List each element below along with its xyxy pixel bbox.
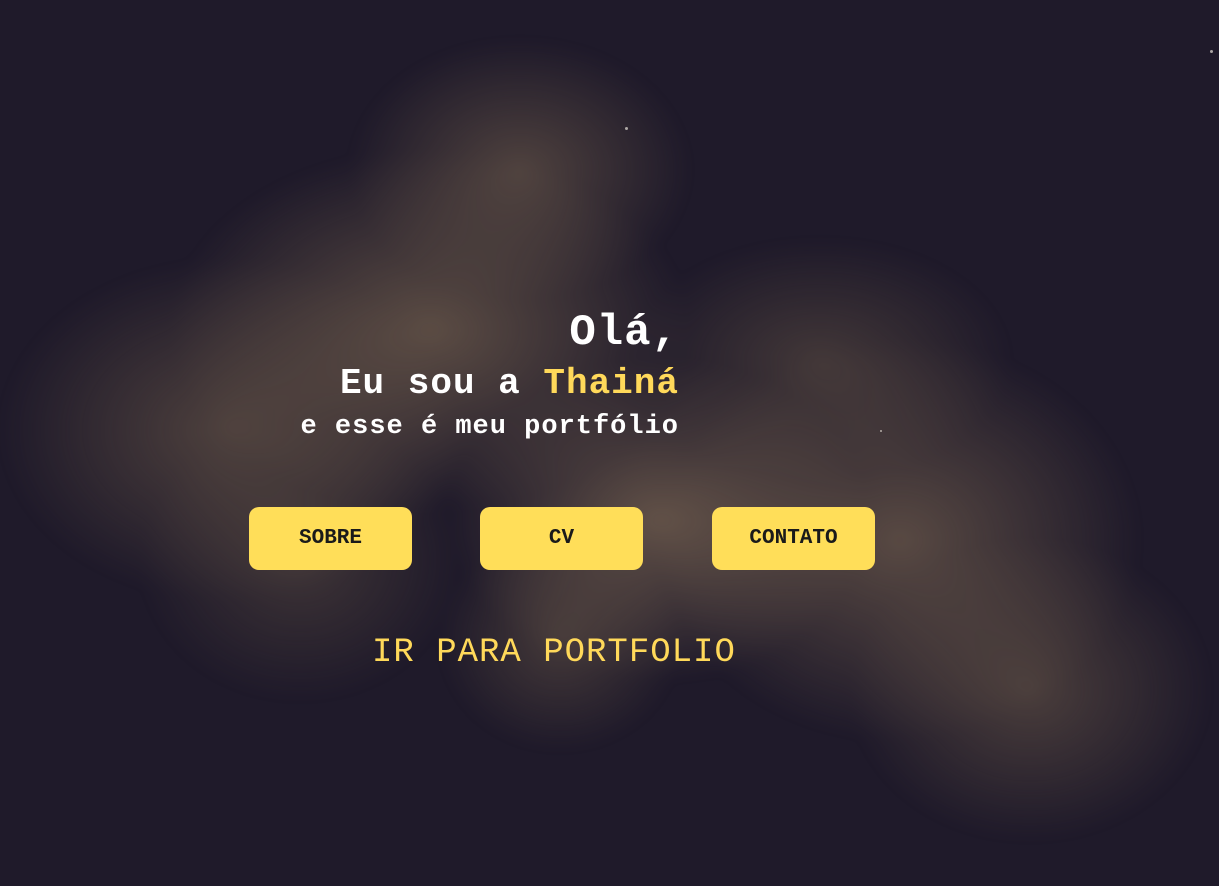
star-dot: [880, 430, 882, 432]
highlighted-name: Thainá: [543, 363, 679, 404]
landing-page: Olá, Eu sou a Thainá e esse é meu portfó…: [0, 0, 1219, 886]
subtitle-text: e esse é meu portfólio: [300, 412, 679, 442]
contato-button[interactable]: CONTATO: [712, 507, 875, 570]
hero-heading: Olá, Eu sou a Thainá e esse é meu portfó…: [301, 305, 679, 447]
greeting-text: Olá,: [569, 308, 679, 358]
intro-text: Eu sou a Thainá: [301, 361, 679, 407]
cv-button[interactable]: CV: [480, 507, 643, 570]
star-dot: [1210, 50, 1213, 53]
sobre-button[interactable]: SOBRE: [249, 507, 412, 570]
star-dot: [625, 127, 628, 130]
intro-prefix: Eu sou a: [339, 363, 544, 404]
portfolio-link[interactable]: IR PARA PORTFOLIO: [372, 632, 736, 674]
